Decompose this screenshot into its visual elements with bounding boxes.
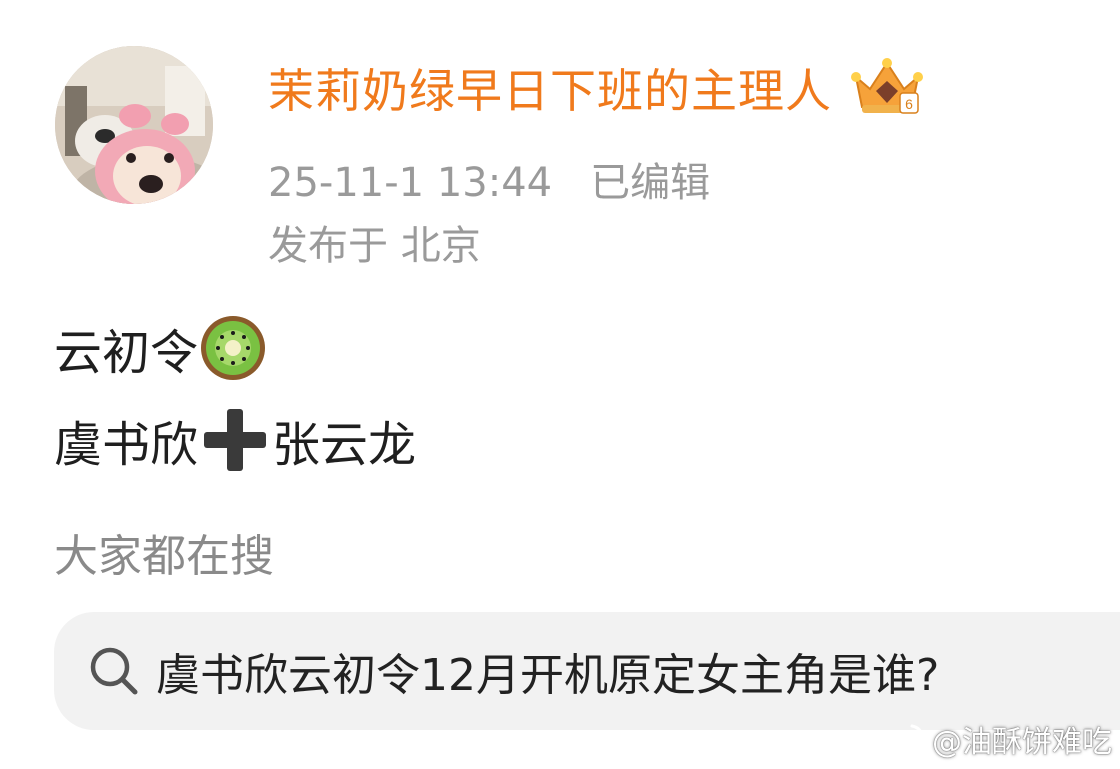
post-meta-time: 25-11-1 13:44 已编辑 (268, 150, 710, 208)
kiwi-emoji-icon (201, 316, 266, 380)
post-text-drama: 云初令 (54, 325, 199, 381)
edited-label[interactable]: 已编辑 (590, 160, 710, 206)
trending-search-title: 大家都在搜 (54, 531, 274, 582)
trending-search-item[interactable]: 虞书欣云初令12月开机原定女主角是谁? (54, 612, 1120, 730)
trending-search-query[interactable]: 虞书欣云初令12月开机原定女主角是谁? (156, 639, 939, 703)
post-body-line-1: 云初令 (54, 312, 268, 384)
post-timestamp: 25-11-1 13:44 (268, 160, 553, 206)
search-icon (90, 647, 138, 695)
post-body-line-2: 虞书欣 张云龙 (54, 404, 416, 476)
avatar-dog-image (55, 46, 213, 204)
post-text-actor-b: 张云龙 (272, 417, 417, 473)
post-location: 发布于 北京 (268, 223, 481, 269)
vip-level: 6 (905, 96, 913, 112)
author-avatar[interactable] (55, 46, 213, 204)
plus-emoji-icon (204, 409, 267, 471)
weibo-logo-icon (881, 724, 924, 757)
watermark: @油酥饼难吃 (880, 717, 1112, 761)
watermark-text: @油酥饼难吃 (932, 725, 1112, 760)
author-row: 茉莉奶绿早日下班的主理人 6 (268, 52, 924, 124)
vip-crown-badge-icon[interactable]: 6 (850, 57, 924, 119)
post-text-actor-a: 虞书欣 (54, 417, 199, 473)
author-name[interactable]: 茉莉奶绿早日下班的主理人 (268, 55, 832, 121)
